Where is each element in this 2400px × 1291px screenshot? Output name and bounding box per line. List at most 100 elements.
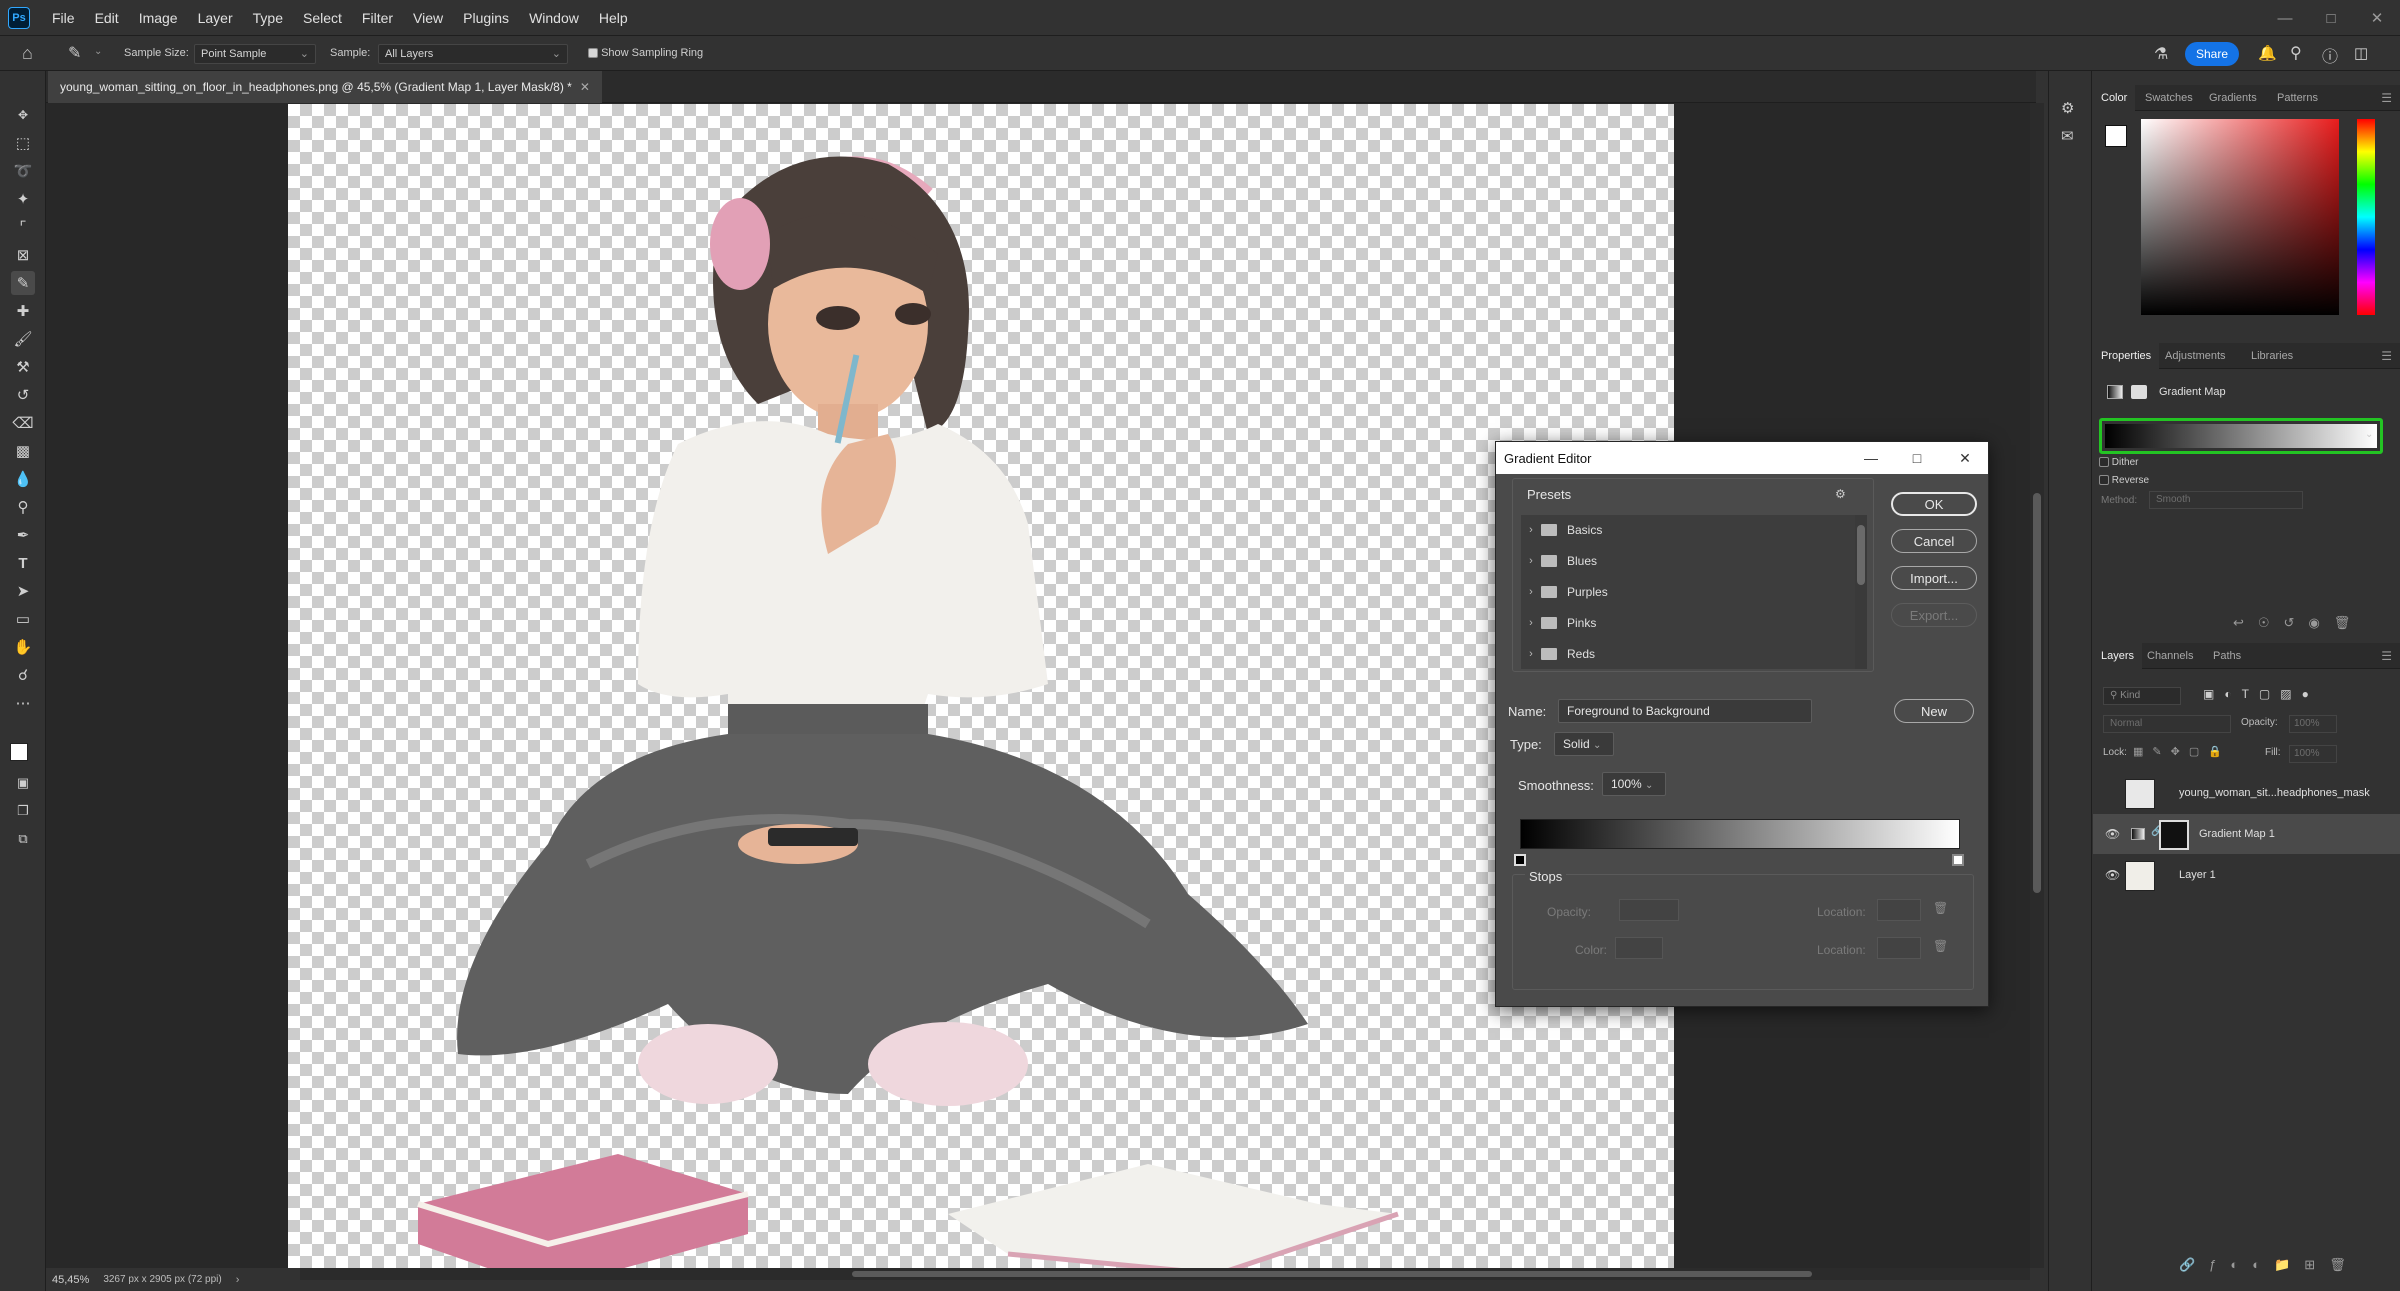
close-window-icon[interactable]: ✕: [2354, 0, 2400, 36]
zoom-level[interactable]: 45,45%: [52, 1274, 89, 1286]
history-brush-tool-icon[interactable]: ↺: [11, 383, 35, 407]
foreground-swatch[interactable]: [2105, 125, 2127, 147]
layer-mask-thumbnail[interactable]: [2159, 820, 2189, 850]
trash-icon[interactable]: 🗑: [1933, 901, 1948, 915]
type-tool-icon[interactable]: T: [11, 551, 35, 575]
fill-field[interactable]: 100%: [2289, 745, 2337, 763]
properties-footer-icons[interactable]: ↩☉↺◉🗑: [2233, 615, 2364, 631]
minimize-icon[interactable]: —: [2262, 0, 2308, 36]
tab-color[interactable]: Color: [2093, 85, 2136, 111]
stop-color-swatch[interactable]: [1615, 937, 1663, 959]
gradient-map-bar[interactable]: [2105, 424, 2377, 448]
menu-layer[interactable]: Layer: [188, 0, 243, 36]
gear-icon[interactable]: ⚙: [1835, 487, 1846, 501]
import-button[interactable]: Import...: [1891, 566, 1977, 590]
presets-scrollbar[interactable]: [1855, 515, 1867, 669]
cancel-button[interactable]: Cancel: [1891, 529, 1977, 553]
menu-select[interactable]: Select: [293, 0, 352, 36]
preset-folder-pinks[interactable]: › Pinks: [1521, 608, 1859, 638]
stop-opacity-field[interactable]: [1619, 899, 1679, 921]
smoothness-field[interactable]: 100% ⌄: [1602, 772, 1666, 796]
comments-panel-icon[interactable]: ✉: [2061, 127, 2074, 145]
dither-option[interactable]: Dither: [2099, 457, 2138, 468]
document-canvas[interactable]: [288, 104, 1674, 1289]
presets-list[interactable]: › Basics › Blues › Purples › Pinks › Reds: [1521, 515, 1859, 669]
eraser-tool-icon[interactable]: ⌫: [11, 411, 35, 435]
layer-filter-icons[interactable]: ▣◐T▢▨●: [2203, 687, 2319, 701]
home-icon[interactable]: ⌂: [22, 43, 33, 64]
chevron-down-icon[interactable]: ⌄: [2365, 429, 2373, 440]
reverse-checkbox[interactable]: [2099, 475, 2109, 486]
quick-mask-icon[interactable]: ▣: [11, 771, 35, 795]
share-for-review-icon[interactable]: ⧉: [11, 827, 35, 851]
minimize-icon[interactable]: —: [1848, 442, 1894, 474]
document-info[interactable]: 3267 px x 2905 px (72 ppi): [103, 1274, 221, 1285]
show-sampling-ring-checkbox[interactable]: [588, 48, 598, 59]
gradient-bar[interactable]: [1520, 819, 1960, 849]
menu-window[interactable]: Window: [519, 0, 589, 36]
menu-plugins[interactable]: Plugins: [453, 0, 519, 36]
eye-icon[interactable]: 👁: [2105, 868, 2120, 882]
stamp-tool-icon[interactable]: ⚒: [11, 355, 35, 379]
close-tab-icon[interactable]: ✕: [580, 80, 590, 94]
layer-filter-kind[interactable]: ⚲ Kind: [2103, 687, 2181, 705]
move-tool-icon[interactable]: ✥: [11, 103, 35, 127]
chevron-right-icon[interactable]: ›: [236, 1274, 240, 1286]
brush-tool-icon[interactable]: 🖌: [11, 327, 35, 351]
tab-paths[interactable]: Paths: [2205, 643, 2249, 669]
maximize-icon[interactable]: □: [1894, 442, 1940, 474]
history-panel-icon[interactable]: ⚙: [2061, 99, 2074, 117]
color-stop-right[interactable]: [1952, 854, 1964, 866]
preset-folder-purples[interactable]: › Purples: [1521, 577, 1859, 607]
path-selection-tool-icon[interactable]: ➤: [11, 579, 35, 603]
lock-icons[interactable]: ▦✎✥▢🔒: [2133, 745, 2231, 758]
layer-row[interactable]: 👁 🔗 Gradient Map 1: [2093, 814, 2400, 854]
layers-footer-icons[interactable]: 🔗ƒ◐◐📁⊞🗑: [2179, 1257, 2360, 1273]
mask-icon[interactable]: [2131, 385, 2147, 399]
stop-location-field-1[interactable]: [1877, 899, 1921, 921]
dodge-tool-icon[interactable]: ⚲: [11, 495, 35, 519]
rectangle-tool-icon[interactable]: ▭: [11, 607, 35, 631]
bell-icon[interactable]: 🔔: [2258, 44, 2277, 62]
gradient-tool-icon[interactable]: ▩: [11, 439, 35, 463]
chevron-right-icon[interactable]: ›: [1521, 586, 1541, 598]
flask-icon[interactable]: ⚗: [2154, 44, 2168, 64]
magic-wand-tool-icon[interactable]: ✦: [11, 187, 35, 211]
blend-mode-select[interactable]: Normal: [2103, 715, 2231, 733]
method-select[interactable]: Smooth: [2149, 491, 2303, 509]
opacity-field[interactable]: 100%: [2289, 715, 2337, 733]
close-icon[interactable]: ✕: [1942, 442, 1988, 474]
search-icon[interactable]: ⚲: [2290, 43, 2302, 63]
frame-tool-icon[interactable]: ⊠: [11, 243, 35, 267]
hue-slider[interactable]: [2357, 119, 2375, 315]
type-select[interactable]: Solid ⌄: [1554, 732, 1614, 756]
menu-image[interactable]: Image: [129, 0, 188, 36]
pen-tool-icon[interactable]: ✒: [11, 523, 35, 547]
menu-view[interactable]: View: [403, 0, 453, 36]
show-sampling-ring-option[interactable]: Show Sampling Ring: [588, 47, 703, 59]
layer-row[interactable]: 👁 Layer 1: [2093, 855, 2400, 895]
share-button[interactable]: Share: [2185, 42, 2239, 66]
horizontal-scroll-thumb[interactable]: [852, 1271, 1812, 1277]
lasso-tool-icon[interactable]: ➰: [11, 159, 35, 183]
screen-mode-icon[interactable]: ❐: [11, 799, 35, 823]
menu-edit[interactable]: Edit: [85, 0, 129, 36]
gradient-name-input[interactable]: Foreground to Background: [1558, 699, 1812, 723]
more-tools-icon[interactable]: ⋯: [11, 691, 35, 715]
document-tab[interactable]: young_woman_sitting_on_floor_in_headphon…: [48, 71, 602, 103]
maximize-icon[interactable]: □: [2308, 0, 2354, 36]
gradient-map-preview[interactable]: [2099, 418, 2383, 454]
tab-layers[interactable]: Layers: [2093, 643, 2143, 669]
vertical-scrollbar[interactable]: [2030, 103, 2044, 1268]
foreground-color-swatch[interactable]: [10, 743, 28, 761]
blur-tool-icon[interactable]: 💧: [11, 467, 35, 491]
crop-tool-icon[interactable]: ⌜: [11, 215, 35, 239]
tab-adjustments[interactable]: Adjustments: [2157, 343, 2234, 369]
sample-select[interactable]: All Layers ⌄: [378, 44, 568, 64]
ok-button[interactable]: OK: [1891, 492, 1977, 516]
tab-patterns[interactable]: Patterns: [2269, 85, 2326, 111]
color-stop-left[interactable]: [1514, 854, 1526, 866]
dither-checkbox[interactable]: [2099, 457, 2109, 468]
menu-file[interactable]: File: [42, 0, 85, 36]
eyedropper-tool-icon[interactable]: ✎: [11, 271, 35, 295]
